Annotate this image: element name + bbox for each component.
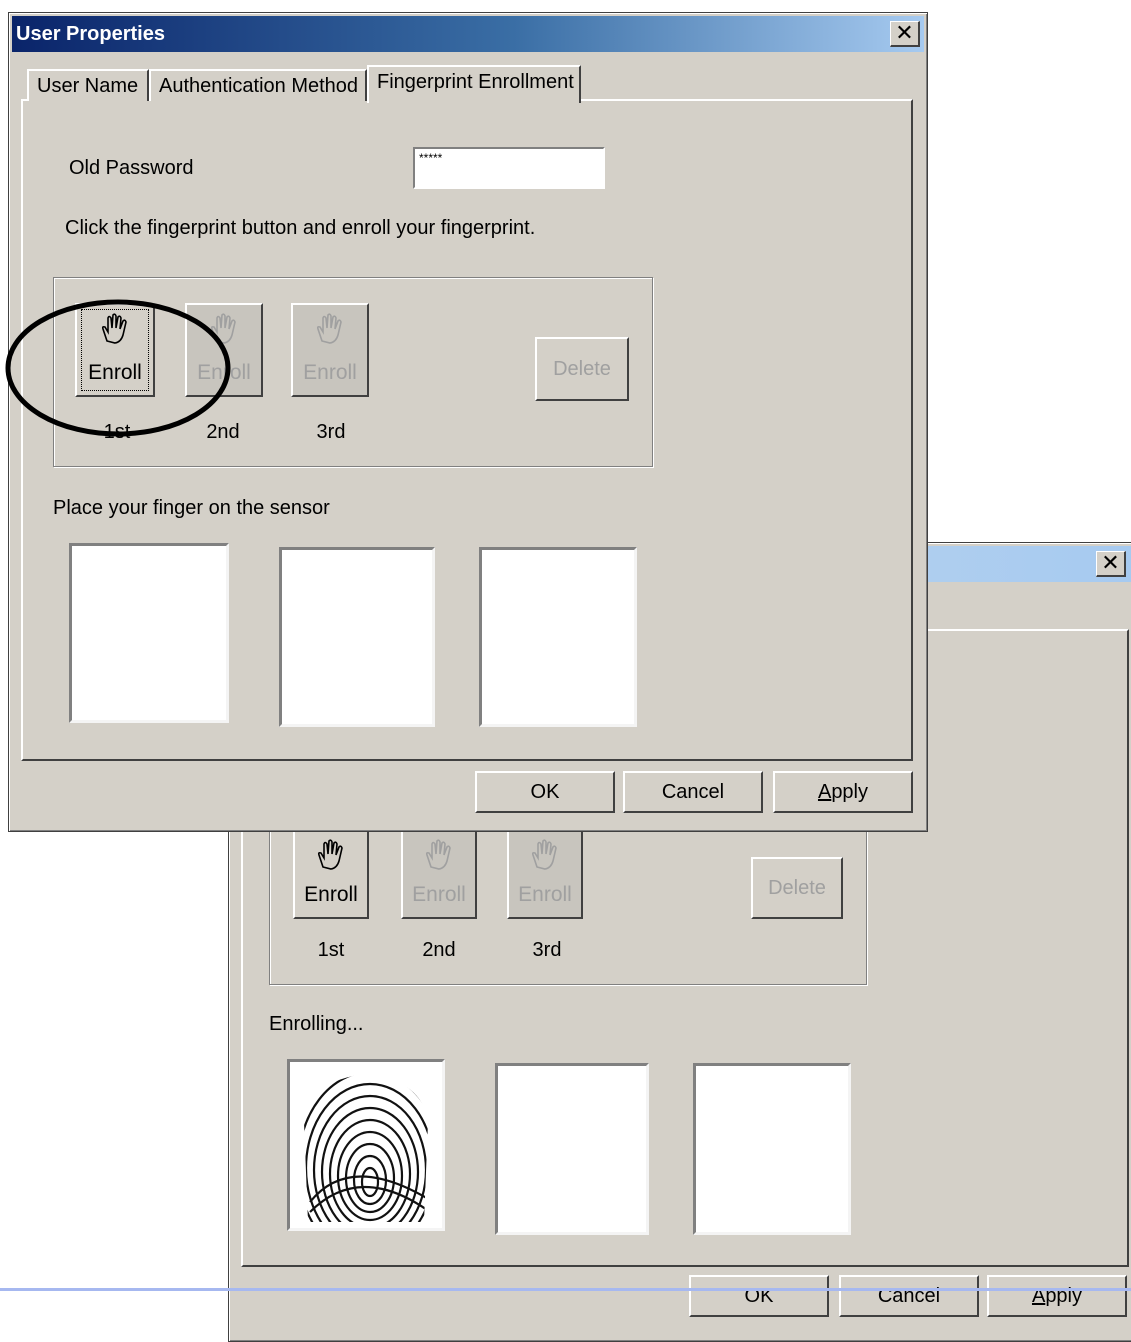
slide-divider-line <box>0 1288 1131 1291</box>
tab-fingerprint-enrollment[interactable]: Fingerprint Enrollment <box>367 65 581 103</box>
dialog-title: User Properties <box>16 23 165 45</box>
print-slot-3 <box>479 547 637 727</box>
fingerprint-icon <box>304 1074 428 1222</box>
close-icon[interactable]: ✕ <box>1096 551 1126 577</box>
ordinal-1st: 1st <box>317 939 345 961</box>
delete-button[interactable]: Delete <box>535 337 629 401</box>
ordinal-2nd: 2nd <box>422 939 456 961</box>
old-password-label: Old Password <box>69 157 194 179</box>
enroll-label: Enroll <box>303 361 357 384</box>
print-slot-2 <box>279 547 435 727</box>
back-apply-button[interactable]: Apply <box>987 1275 1127 1317</box>
close-icon[interactable]: ✕ <box>890 21 920 47</box>
print-slot-3 <box>693 1063 851 1235</box>
enrolling-status: Enrolling... <box>269 1013 364 1035</box>
ok-button[interactable]: OK <box>475 771 615 813</box>
apply-rest: pply <box>831 780 869 803</box>
back-delete-button[interactable]: Delete <box>751 857 843 919</box>
back-ok-button[interactable]: OK <box>689 1275 829 1317</box>
dialog-titlebar[interactable]: User Properties ✕ <box>12 16 924 52</box>
ordinal-3rd: 3rd <box>316 421 346 443</box>
ordinal-3rd: 3rd <box>532 939 562 961</box>
tab-user-name[interactable]: User Name <box>27 69 149 101</box>
old-password-field[interactable]: ***** <box>413 147 605 189</box>
sensor-status: Place your finger on the sensor <box>53 497 330 519</box>
instruction-text: Click the fingerprint button and enroll … <box>65 217 536 239</box>
apply-mnemonic: A <box>817 780 832 803</box>
print-slot-1 <box>69 543 229 723</box>
back-cancel-button[interactable]: Cancel <box>839 1275 979 1317</box>
hand-icon <box>316 313 342 344</box>
tab-authentication-method[interactable]: Authentication Method <box>149 69 367 101</box>
apply-button[interactable]: Apply <box>773 771 913 813</box>
fingerprint-image <box>287 1059 445 1231</box>
cancel-button[interactable]: Cancel <box>623 771 763 813</box>
highlight-ellipse-annotation <box>5 299 231 437</box>
enroll-3rd-button[interactable]: Enroll <box>291 303 369 397</box>
print-slot-2 <box>495 1063 649 1235</box>
